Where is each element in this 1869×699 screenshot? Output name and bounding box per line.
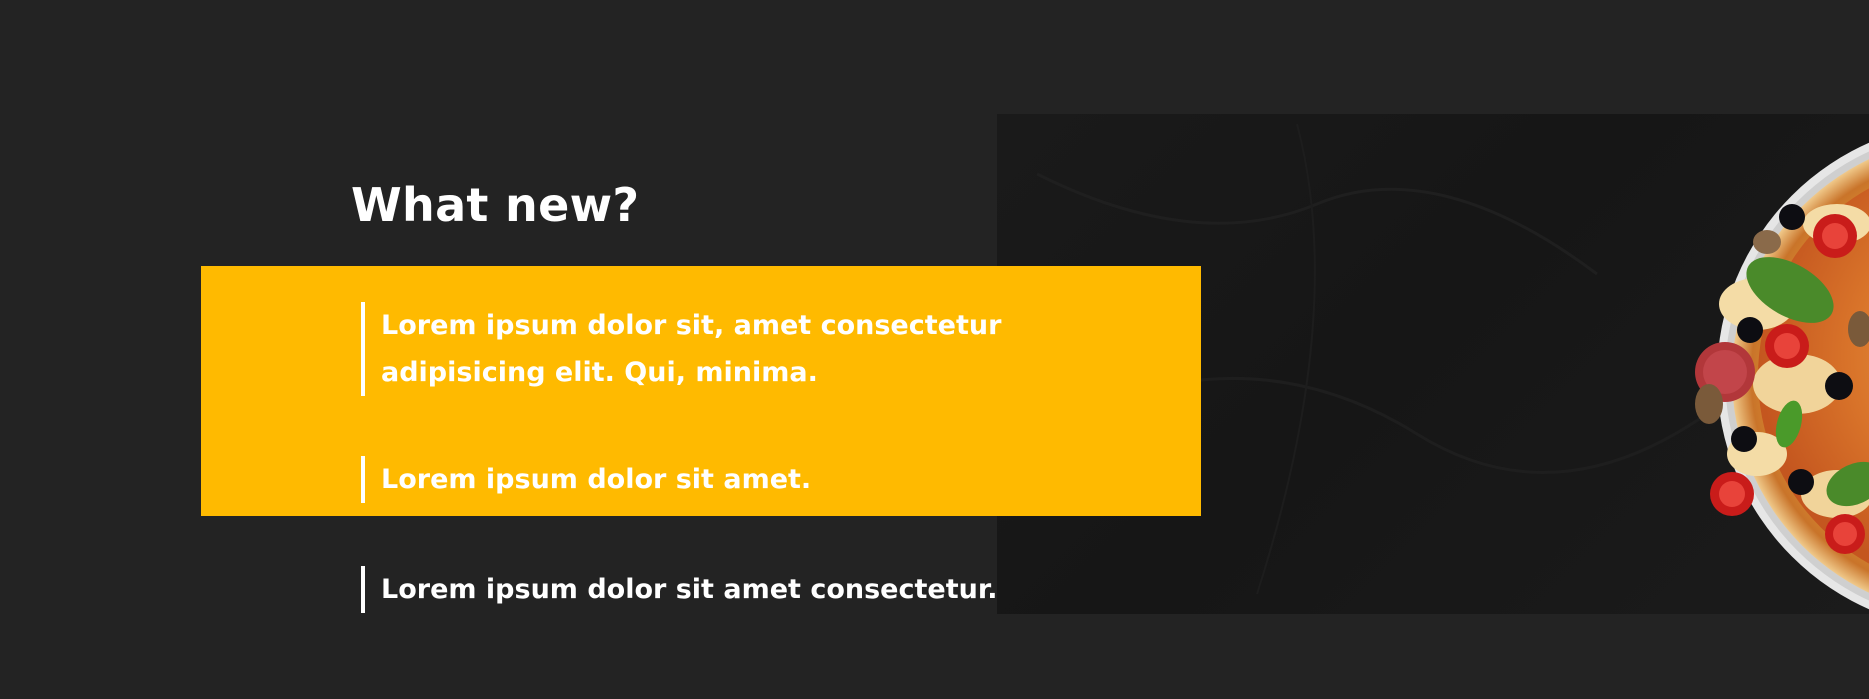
news-item: Lorem ipsum dolor sit amet consectetur. (361, 566, 998, 613)
section-title: What new? (351, 178, 640, 232)
news-item: Lorem ipsum dolor sit, amet consectetur … (361, 302, 1001, 396)
whats-new-section: What new? Lorem ipsum dolor sit, amet co… (0, 0, 1869, 699)
news-item-line: Lorem ipsum dolor sit, amet consectetur (381, 310, 1002, 341)
news-item-line: adipisicing elit. Qui, minima. (381, 357, 818, 388)
news-item-line: Lorem ipsum dolor sit amet. (381, 464, 812, 495)
news-item: Lorem ipsum dolor sit amet. (361, 456, 811, 503)
news-item-line: Lorem ipsum dolor sit amet consectetur. (381, 574, 998, 605)
